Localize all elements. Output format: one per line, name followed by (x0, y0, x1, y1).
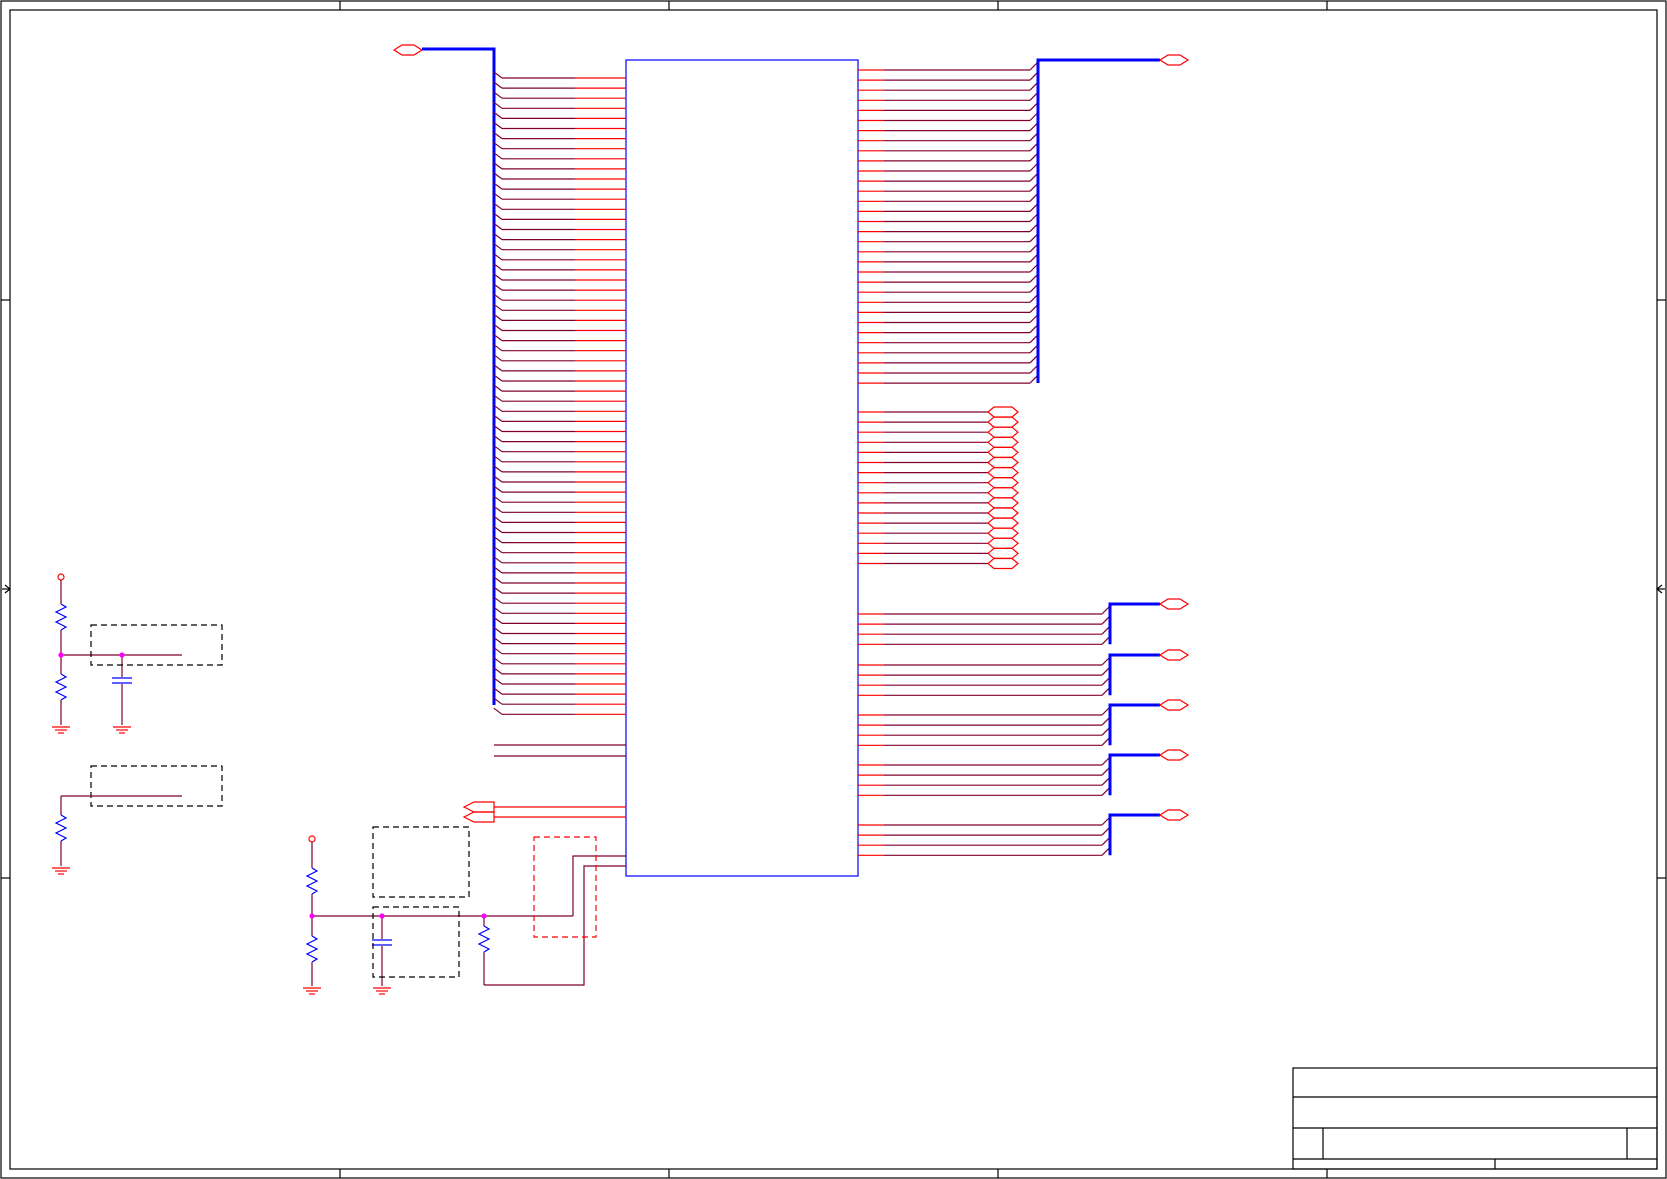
port-symbol (987, 517, 1019, 529)
schematic-sheet (0, 0, 1667, 1179)
right-bus-groups (858, 598, 1190, 856)
port-symbol (987, 426, 1019, 438)
ground-icon (52, 867, 70, 875)
bus-group-port-symbol (1158, 809, 1190, 821)
right-single-ports (858, 406, 1019, 570)
resistor-icon[interactable] (477, 925, 491, 953)
left-bus-entries (493, 71, 626, 715)
dashed-outline-box (372, 906, 460, 978)
bus-group-port-symbol (1158, 649, 1190, 661)
bus-group-line (1108, 602, 1160, 645)
port-symbol (987, 507, 1019, 519)
junction-dot (119, 652, 125, 658)
right-bus-line[interactable] (1036, 58, 1160, 383)
sheet-frame (0, 0, 1667, 1179)
bus-group-line (1108, 703, 1160, 746)
left-bus-port[interactable] (392, 44, 424, 56)
resistor-icon[interactable] (305, 935, 319, 963)
outer-border (0, 0, 1667, 1179)
resistor-icon[interactable] (54, 603, 68, 631)
ground-icon (52, 726, 70, 734)
dashed-outline-box-red (533, 836, 597, 938)
right-bus-port-symbol[interactable] (1158, 54, 1190, 66)
bus-entry (493, 707, 503, 715)
bus-group-port-symbol (1158, 699, 1190, 711)
ground-icon (373, 987, 391, 995)
left-extra-pins (494, 744, 626, 757)
left-io-port-symbol[interactable] (462, 801, 495, 813)
junction-dot (379, 913, 385, 919)
left-bus-port-symbol[interactable] (392, 44, 424, 56)
bus-group-port-symbol (1158, 598, 1190, 610)
junction-dot (309, 913, 315, 919)
dashed-outline-box (90, 765, 223, 807)
main-ic-body[interactable] (625, 59, 859, 877)
resistor-icon[interactable] (54, 673, 68, 701)
port-symbol (987, 456, 1019, 469)
resistor-icon[interactable] (305, 867, 319, 895)
port-symbol (987, 406, 1019, 418)
pulldown-circuit (52, 765, 223, 875)
bus-group-port-symbol (1158, 749, 1190, 761)
divider-circuit-1 (52, 573, 223, 734)
title-block-border (1292, 1067, 1658, 1170)
port-symbol (987, 547, 1019, 559)
inner-border (9, 9, 1658, 1170)
port-symbol (987, 467, 1019, 479)
port-symbol (987, 477, 1019, 489)
port-symbol (987, 527, 1019, 539)
reset-circuit (303, 826, 626, 995)
left-io-ports[interactable] (462, 801, 626, 823)
title-block (1292, 1067, 1658, 1170)
right-bus-entries (858, 61, 1039, 384)
resistor-icon[interactable] (54, 814, 68, 842)
port-symbol (987, 557, 1019, 570)
junction-dot (58, 652, 64, 658)
bus-group-line (1108, 653, 1160, 696)
port-symbol (987, 446, 1019, 458)
port-symbol (987, 537, 1019, 549)
port-symbol (987, 497, 1019, 509)
port-symbol (987, 436, 1019, 448)
power-terminal-icon (308, 835, 316, 843)
dashed-outline-box (90, 624, 223, 666)
bus-group-line (1108, 813, 1160, 856)
junction-dot (481, 913, 487, 919)
ground-icon (303, 987, 321, 995)
bus-group-line (1108, 753, 1160, 796)
dashed-outline-box (372, 826, 470, 898)
left-bus-line[interactable] (422, 47, 496, 705)
port-symbol (987, 416, 1019, 428)
left-io-port-symbol[interactable] (462, 811, 495, 823)
ground-icon (113, 726, 131, 734)
power-terminal-icon (57, 573, 65, 581)
port-symbol (987, 487, 1019, 499)
